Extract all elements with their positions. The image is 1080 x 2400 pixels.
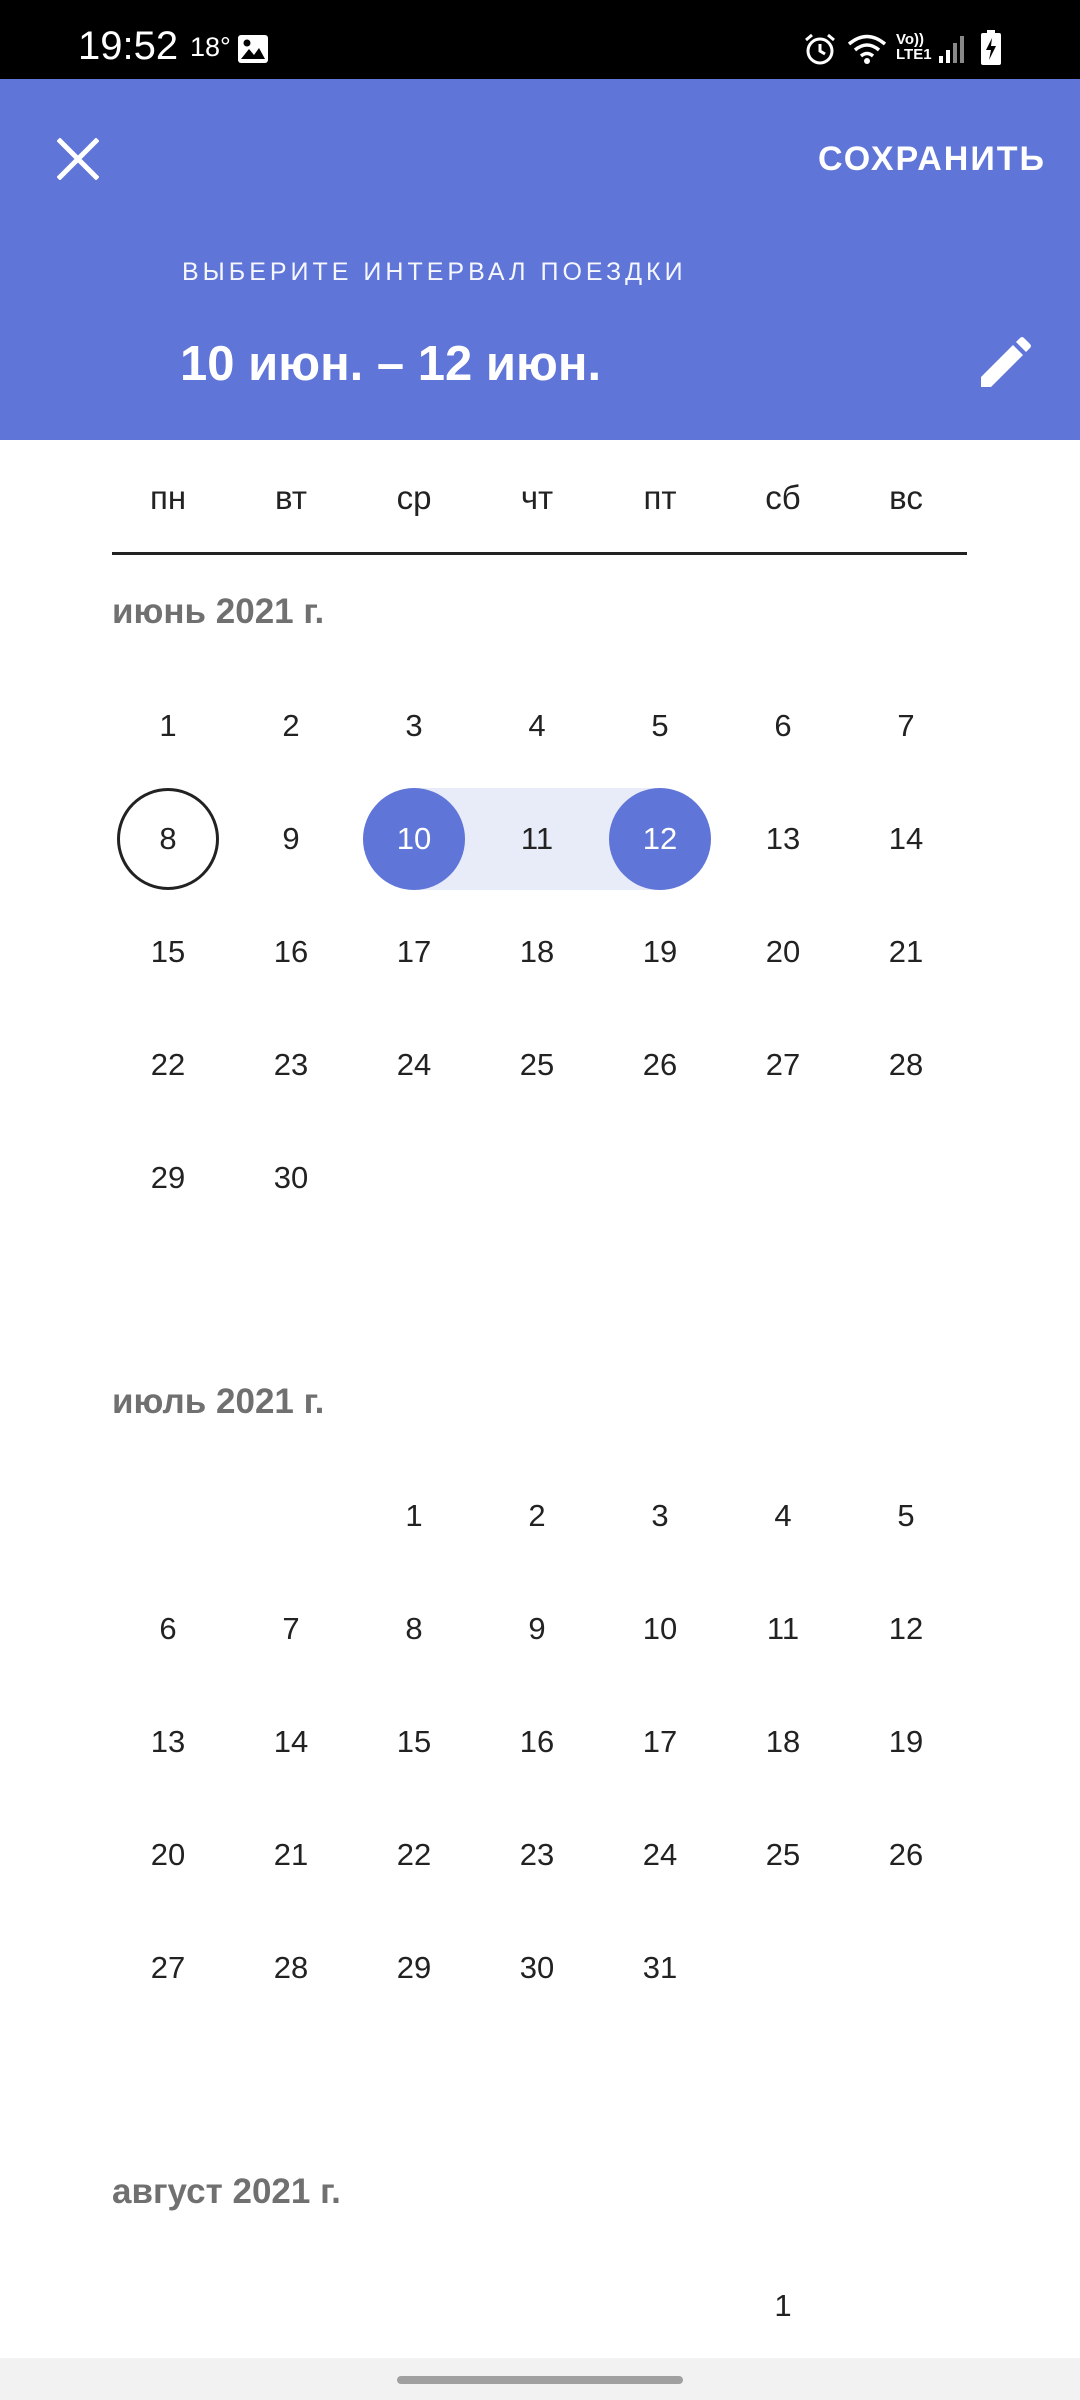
weekday-divider [112,552,967,555]
gallery-icon [238,35,268,63]
calendar-day[interactable]: 26 [855,1804,957,1906]
calendar-day-selected[interactable]: 10 [363,788,465,890]
calendar-day[interactable]: 7 [240,1578,342,1680]
calendar-day[interactable]: 16 [240,901,342,1003]
status-time: 19:52 [78,24,179,68]
calendar-day[interactable]: 17 [363,901,465,1003]
calendar-day[interactable]: 1 [117,675,219,777]
calendar-day[interactable]: 5 [609,675,711,777]
calendar-day[interactable]: 20 [732,901,834,1003]
calendar-day[interactable]: 21 [855,901,957,1003]
volte-line1: Vo)) [896,31,925,48]
calendar-day[interactable]: 29 [117,1127,219,1229]
calendar-day[interactable]: 11 [732,1578,834,1680]
volte-icon: Vo)) LTE1 [896,32,932,62]
calendar-day[interactable]: 4 [732,1465,834,1567]
calendar-day[interactable]: 24 [363,1014,465,1116]
status-temperature: 18° [190,32,231,62]
calendar-day[interactable]: 2 [486,1465,588,1567]
close-button[interactable] [40,121,116,197]
weekday-label: чт [520,479,554,516]
calendar-day[interactable]: 15 [363,1691,465,1793]
calendar-day[interactable]: 30 [486,1917,588,2019]
calendar-day[interactable]: 1 [363,1465,465,1567]
calendar-day[interactable]: 21 [240,1804,342,1906]
calendar-day[interactable]: 19 [855,1691,957,1793]
month-title: июль 2021 г. [112,1382,325,1421]
calendar-day[interactable]: 10 [609,1578,711,1680]
weekday-label: сб [765,479,801,516]
calendar-day[interactable]: 23 [240,1014,342,1116]
calendar-day[interactable]: 31 [609,1917,711,2019]
pencil-icon [981,337,1031,387]
calendar-day[interactable]: 23 [486,1804,588,1906]
weekday-label: вс [889,479,923,516]
calendar-day[interactable]: 30 [240,1127,342,1229]
calendar-day[interactable]: 4 [486,675,588,777]
calendar-day[interactable]: 7 [855,675,957,777]
calendar-day[interactable]: 14 [240,1691,342,1793]
wifi-icon [847,34,887,64]
weekday-header: пн вт ср чт пт сб вс [0,440,1080,554]
calendar-day[interactable]: 22 [363,1804,465,1906]
weekday-label: ср [396,479,432,516]
selected-range: 10 июн. – 12 июн. [180,337,602,391]
calendar-day[interactable]: 6 [732,675,834,777]
calendar-day[interactable]: 14 [855,788,957,890]
date-range-header: СОХРАНИТЬ ВЫБЕРИТЕ ИНТЕРВАЛ ПОЕЗДКИ 10 и… [0,79,1080,440]
calendar-day[interactable]: 3 [363,675,465,777]
calendar-day[interactable]: 11 [486,788,588,890]
calendar-day[interactable]: 22 [117,1014,219,1116]
month-title: август 2021 г. [112,2172,341,2211]
calendar-day[interactable]: 19 [609,901,711,1003]
calendar-day[interactable]: 1 [732,2255,834,2357]
navigation-bar [0,2358,1080,2400]
calendar-day[interactable]: 15 [117,901,219,1003]
calendar-day[interactable]: 20 [117,1804,219,1906]
calendar-day[interactable]: 29 [363,1917,465,2019]
calendar-day[interactable]: 18 [486,901,588,1003]
close-icon [57,138,99,180]
calendar-day[interactable]: 6 [117,1578,219,1680]
calendar-day[interactable]: 26 [609,1014,711,1116]
calendar-day[interactable]: 27 [117,1917,219,2019]
calendar-day[interactable]: 5 [855,1465,957,1567]
picker-subtitle: ВЫБЕРИТЕ ИНТЕРВАЛ ПОЕЗДКИ [182,258,687,286]
calendar-day[interactable]: 24 [609,1804,711,1906]
alarm-icon [805,33,835,65]
calendar-day[interactable]: 2 [240,675,342,777]
month-title: июнь 2021 г. [112,592,325,631]
battery-charging-icon [981,30,1001,65]
calendar-day[interactable]: 9 [240,788,342,890]
calendar-day[interactable]: 12 [855,1578,957,1680]
calendar-day[interactable]: 25 [732,1804,834,1906]
calendar-day[interactable]: 25 [486,1014,588,1116]
calendar-day[interactable]: 18 [732,1691,834,1793]
calendar-day[interactable]: 9 [486,1578,588,1680]
calendar-day[interactable]: 3 [609,1465,711,1567]
calendar-day[interactable]: 28 [855,1014,957,1116]
calendar-day-selected[interactable]: 12 [609,788,711,890]
edit-input-button[interactable] [964,324,1044,404]
calendar-day[interactable]: 28 [240,1917,342,2019]
calendar-day[interactable]: 8 [363,1578,465,1680]
volte-line2: LTE1 [896,46,932,63]
calendar-day-today[interactable]: 8 [117,788,219,890]
status-bar: 19:52 18° Vo)) LTE1 [0,0,1080,79]
calendar-day[interactable]: 27 [732,1014,834,1116]
calendar-day[interactable]: 17 [609,1691,711,1793]
weekday-label: вт [275,479,307,516]
calendar-day[interactable]: 13 [732,788,834,890]
weekday-label: пт [643,479,677,516]
home-gesture-handle[interactable] [397,2376,683,2384]
signal-icon [939,36,964,63]
calendar-day[interactable]: 13 [117,1691,219,1793]
calendar-day[interactable]: 16 [486,1691,588,1793]
save-button[interactable]: СОХРАНИТЬ [818,137,1046,181]
weekday-label: пн [149,479,187,516]
